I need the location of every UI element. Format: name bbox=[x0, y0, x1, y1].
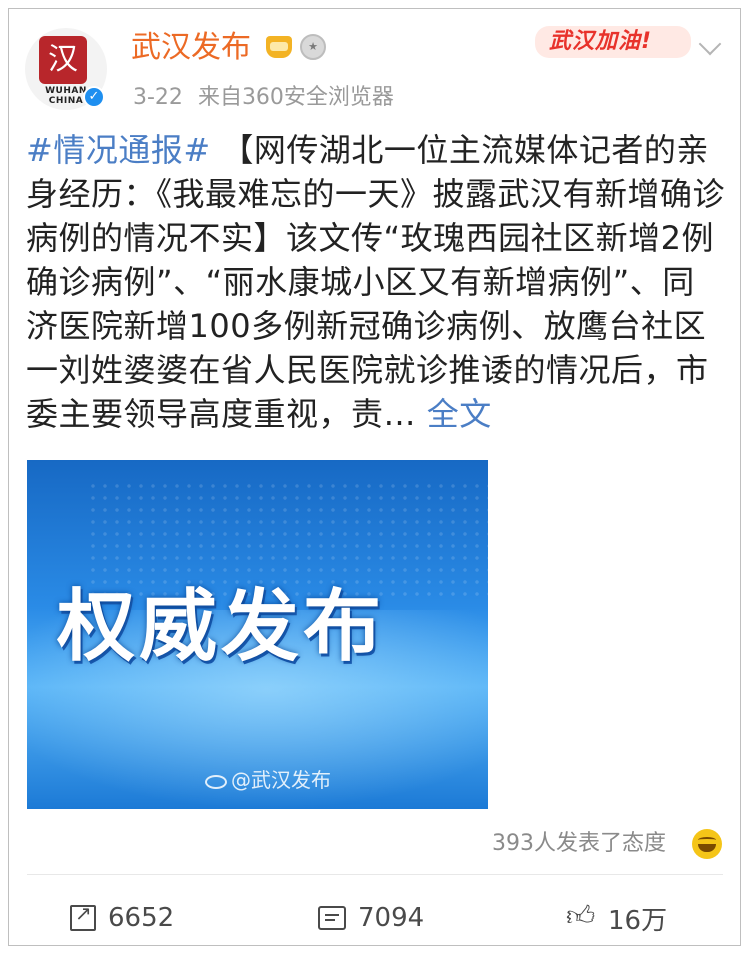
post-time: 3-22 bbox=[133, 85, 183, 110]
cheer-label: 武汉加油! bbox=[549, 29, 653, 54]
crown-badge-icon[interactable] bbox=[266, 36, 292, 58]
thumbs-up-icon: 👍︎ bbox=[566, 899, 596, 932]
post-text: #情况通报# 【网传湖北一位主流媒体记者的亲身经历：《我最难忘的一天》披露武汉有… bbox=[26, 128, 726, 436]
share-button[interactable]: 6652 bbox=[70, 895, 174, 941]
like-count: 16万 bbox=[608, 905, 668, 936]
attitude-count[interactable]: 393人发表了态度 bbox=[492, 828, 666, 860]
weibo-logo-icon bbox=[205, 774, 227, 789]
post-image[interactable]: 权威发布 @武汉发布 bbox=[27, 460, 488, 809]
comment-count: 7094 bbox=[358, 903, 425, 933]
post-body: 【网传湖北一位主流媒体记者的亲身经历：《我最难忘的一天》披露武汉有新增确诊病例的… bbox=[26, 131, 726, 433]
read-full-link[interactable]: 全文 bbox=[427, 395, 492, 433]
verified-icon: ✓ bbox=[83, 86, 105, 108]
post-meta: 3-22 来自360安全浏览器 bbox=[133, 84, 394, 112]
divider bbox=[27, 874, 723, 875]
action-bar: 6652 7094 👍︎ 16万 bbox=[0, 895, 750, 941]
image-title: 权威发布 bbox=[57, 582, 386, 672]
comment-button[interactable]: 7094 bbox=[318, 895, 424, 941]
like-button[interactable]: 👍︎ 16万 bbox=[566, 895, 667, 941]
medal-badge-icon[interactable]: ★ bbox=[300, 34, 326, 60]
account-name[interactable]: 武汉发布 bbox=[131, 28, 251, 68]
avatar-seal: 汉 bbox=[39, 36, 87, 84]
share-icon bbox=[70, 901, 96, 931]
share-count: 6652 bbox=[108, 903, 175, 933]
avatar[interactable]: 汉 WUHAN CHINA ✓ bbox=[25, 28, 107, 110]
topic-tag[interactable]: #情况通报# bbox=[26, 131, 211, 169]
comment-icon bbox=[318, 906, 346, 930]
weibo-post-card: 汉 WUHAN CHINA ✓ 武汉发布 ★ 3-22 来自360安全浏览器 武… bbox=[0, 0, 750, 954]
post-source: 来自360安全浏览器 bbox=[197, 85, 394, 110]
image-watermark: @武汉发布 bbox=[205, 768, 331, 792]
watermark-text: @武汉发布 bbox=[231, 768, 331, 792]
cheer-banner[interactable]: 武汉加油! bbox=[535, 26, 691, 58]
grin-emoji-icon[interactable] bbox=[692, 829, 722, 859]
